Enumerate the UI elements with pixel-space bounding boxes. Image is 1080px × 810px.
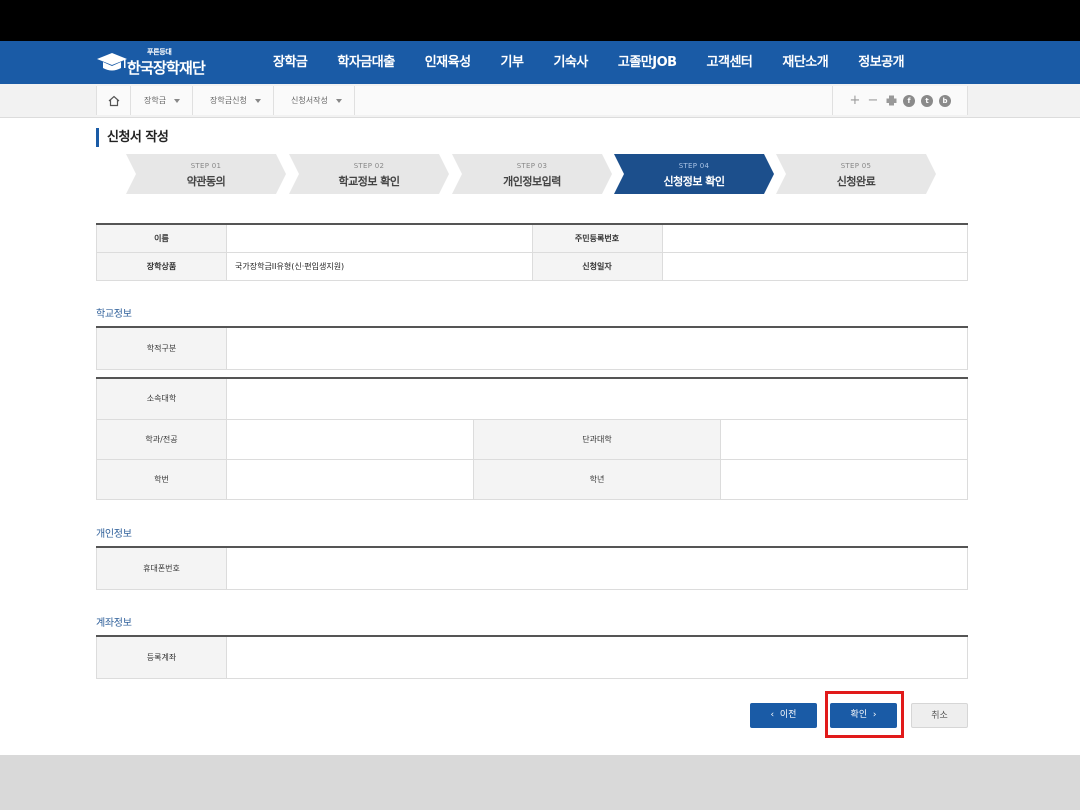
grade-value [720,458,968,500]
logo-title: 한국장학재단 [127,59,206,77]
print-icon[interactable] [885,95,897,107]
school-info-table: 소속대학 학과/전공 단과대학 학번 학년 [96,377,968,500]
dropdown-arrow-icon [254,98,261,103]
rrn-label: 주민등록번호 [531,223,663,253]
basic-info-table: 이름 주민등록번호 장학상품 국가장학금II유형(신·편입생지원) 신청일자 [96,223,968,281]
college-label: 단과대학 [473,418,721,460]
prev-button[interactable]: ‹ 이전 [750,703,817,728]
home-button[interactable] [97,86,131,115]
breadcrumb-item-form[interactable]: 신청서작성 [279,86,355,115]
dropdown-arrow-icon [174,98,181,103]
date-value [661,251,968,281]
menu-talent[interactable]: 인재육성 [410,41,486,84]
step-2: STEP 02 학교정보 확인 [289,154,449,194]
status-label: 학적구분 [96,326,227,370]
school-status-table: 학적구분 [96,326,968,370]
page-tools: + − f t b [832,86,967,115]
rrn-value [661,223,968,253]
major-value [226,418,474,460]
global-nav: 푸른등대 한국장학재단 장학금 학자금대출 인재육성 기부 기숙사 고졸만JOB… [0,41,1080,84]
menu-about[interactable]: 재단소개 [767,41,843,84]
student-no-value [226,458,474,500]
twitter-icon[interactable]: t [921,94,933,107]
confirm-label: 확인 [850,710,868,720]
account-value [226,635,968,679]
account-info-table: 등록계좌 [96,635,968,679]
name-label: 이름 [96,223,227,253]
page-title: 신청서 작성 [96,128,169,147]
cancel-button[interactable]: 취소 [911,703,968,728]
menu-scholarship[interactable]: 장학금 [258,41,322,84]
account-section-title: 계좌정보 [96,618,132,629]
blog-icon[interactable]: b [939,94,951,107]
prev-label: 이전 [779,710,797,720]
facebook-icon[interactable]: f [903,94,915,107]
menu-job[interactable]: 고졸만JOB [603,41,692,84]
chevron-left-icon: ‹ [770,710,775,720]
confirm-button[interactable]: 확인 › [830,703,897,728]
student-no-label: 학번 [96,458,227,500]
name-value [226,223,533,253]
product-label: 장학상품 [96,251,227,281]
step-1: STEP 01 약관동의 [126,154,286,194]
product-value: 국가장학금II유형(신·편입생지원) [226,251,533,281]
cancel-label: 취소 [931,711,948,721]
home-icon [108,95,119,106]
menu-customer-center[interactable]: 고객센터 [692,41,768,84]
step-3: STEP 03 개인정보입력 [452,154,612,194]
univ-label: 소속대학 [96,377,227,420]
breadcrumb-item-apply[interactable]: 장학금신청 [198,86,274,115]
college-value [720,418,968,460]
breadcrumb-item-scholarship[interactable]: 장학금 [132,86,194,115]
phone-label: 휴대폰번호 [96,546,227,590]
main-menu: 장학금 학자금대출 인재육성 기부 기숙사 고졸만JOB 고객센터 재단소개 정… [258,41,919,84]
graduation-cap-icon [97,53,127,71]
account-label: 등록계좌 [96,635,227,679]
grade-label: 학년 [473,458,721,500]
step-4-active: STEP 04 신청정보 확인 [614,154,774,194]
date-label: 신청일자 [531,251,663,281]
menu-dormitory[interactable]: 기숙사 [538,41,602,84]
menu-student-loan[interactable]: 학자금대출 [322,41,409,84]
status-value [226,326,968,370]
chevron-right-icon: › [872,710,877,720]
dropdown-arrow-icon [335,98,342,103]
breadcrumb-bar: 장학금 장학금신청 신청서작성 + − f t b [0,84,1080,118]
zoom-out-icon[interactable]: − [867,94,879,107]
zoom-in-icon[interactable]: + [849,94,861,107]
univ-value [226,377,968,420]
step-indicator: STEP 01 약관동의 STEP 02 학교정보 확인 STEP 03 개인정… [0,154,1080,194]
menu-donation[interactable]: 기부 [486,41,539,84]
breadcrumb: 장학금 장학금신청 신청서작성 + − f t b [96,86,968,115]
personal-info-table: 휴대폰번호 [96,546,968,590]
personal-section-title: 개인정보 [96,529,132,540]
logo-subtitle: 푸른등대 [147,48,172,56]
major-label: 학과/전공 [96,418,227,460]
step-5: STEP 05 신청완료 [776,154,936,194]
logo[interactable]: 푸른등대 한국장학재단 [97,45,242,79]
school-section-title: 학교정보 [96,309,132,320]
menu-disclosure[interactable]: 정보공개 [843,41,919,84]
footer [0,755,1080,810]
top-black-bar [0,0,1080,41]
phone-value [226,546,968,590]
